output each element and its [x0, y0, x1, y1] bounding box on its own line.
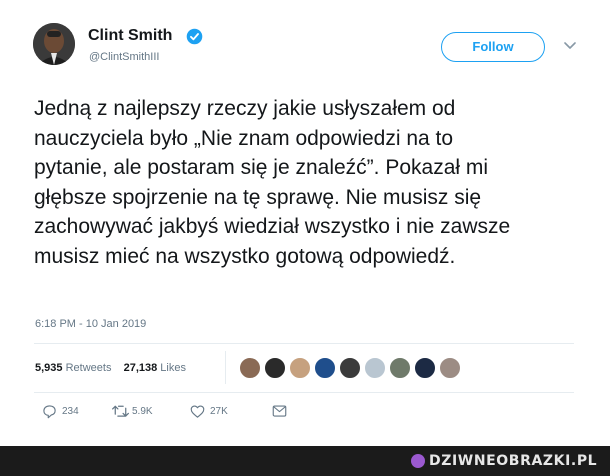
divider	[34, 392, 574, 393]
author-name[interactable]: Clint Smith	[88, 27, 172, 45]
retweets-label[interactable]: Retweets	[66, 362, 112, 374]
tweet-timestamp[interactable]: 6:18 PM - 10 Jan 2019	[35, 318, 146, 330]
retweet-count: 5.9K	[132, 406, 153, 417]
liker-avatar[interactable]	[364, 357, 386, 379]
tweet-card: Clint Smith @ClintSmithIII Follow Jedną …	[0, 0, 610, 446]
likes-label[interactable]: Likes	[160, 362, 186, 374]
watermark-bar: DZIWNEOBRAZKI.PL	[0, 446, 610, 476]
liker-avatar[interactable]	[389, 357, 411, 379]
likes-count[interactable]: 27,138	[124, 362, 158, 374]
like-button[interactable]: 27K	[190, 404, 250, 420]
verified-badge-icon	[186, 28, 203, 45]
retweets-count[interactable]: 5,935	[35, 362, 63, 374]
reply-icon	[43, 405, 56, 419]
like-count: 27K	[210, 406, 228, 417]
liker-avatar[interactable]	[264, 357, 286, 379]
reply-button[interactable]: 234	[42, 404, 102, 420]
direct-message-button[interactable]	[272, 404, 292, 420]
stats-separator	[225, 351, 226, 384]
divider	[34, 343, 574, 344]
engagement-stats: 5,935 Retweets 27,138 Likes	[35, 362, 186, 374]
chevron-down-icon[interactable]	[564, 41, 576, 50]
like-heart-icon	[190, 405, 205, 418]
author-handle[interactable]: @ClintSmithIII	[89, 51, 159, 63]
tweet-text: Jedną z najlepszy rzeczy jakie usłyszałe…	[34, 97, 511, 268]
direct-message-icon	[272, 405, 287, 417]
liker-avatar[interactable]	[414, 357, 436, 379]
reply-count: 234	[62, 406, 79, 417]
author-avatar[interactable]	[33, 23, 75, 65]
liker-avatar[interactable]	[239, 357, 261, 379]
retweet-icon	[112, 405, 129, 417]
follow-button[interactable]: Follow	[441, 32, 545, 62]
liker-avatar[interactable]	[339, 357, 361, 379]
liker-avatar[interactable]	[289, 357, 311, 379]
watermark-text: DZIWNEOBRAZKI.PL	[429, 453, 598, 469]
liker-avatar[interactable]	[314, 357, 336, 379]
liker-avatar[interactable]	[439, 357, 461, 379]
retweet-button[interactable]: 5.9K	[112, 404, 172, 420]
watermark-logo-icon	[411, 454, 425, 468]
